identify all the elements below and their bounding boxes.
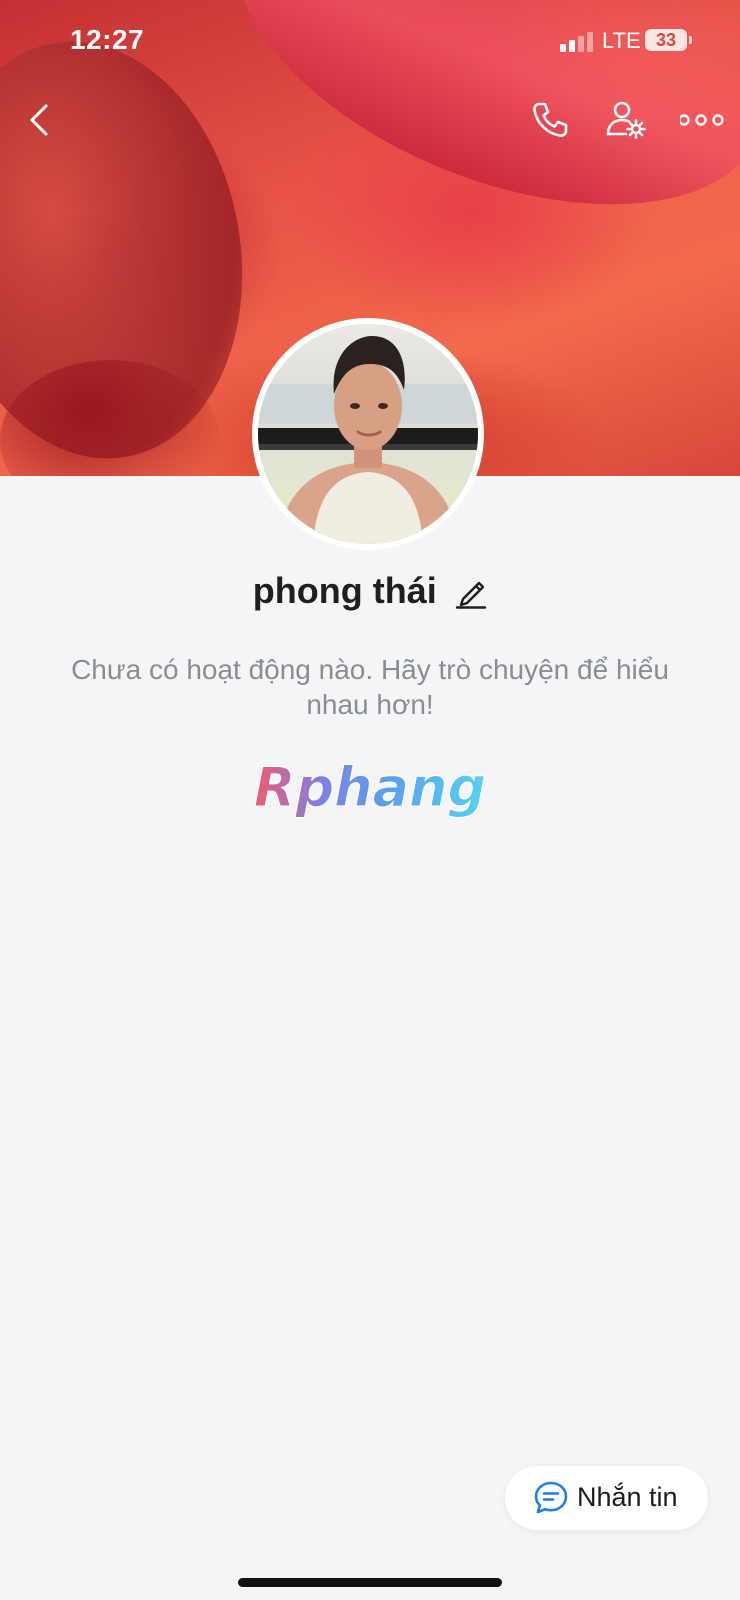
network-type: LTE (602, 28, 641, 53)
avatar-photo (258, 324, 478, 544)
more-icon (678, 114, 724, 126)
brand-logo: Rphang (220, 756, 520, 828)
message-button[interactable]: Nhắn tin (505, 1466, 708, 1530)
profile-settings-button[interactable] (604, 98, 648, 142)
profile-name-row: phong thái (0, 570, 740, 626)
activity-empty-text: Chưa có hoạt động nào. Hãy trò chuyện để… (71, 654, 669, 720)
home-indicator[interactable] (238, 1578, 502, 1587)
chat-bubble-icon (534, 1481, 568, 1514)
battery-level: 33 (655, 30, 677, 50)
signal-icon (560, 32, 593, 52)
status-time: 12:27 (70, 24, 145, 55)
back-button[interactable] (20, 98, 64, 142)
more-button[interactable] (678, 98, 724, 142)
pencil-icon (456, 581, 487, 609)
avatar-illustration (258, 336, 478, 544)
svg-text:Rphang: Rphang (254, 756, 486, 819)
battery-icon: 33 (645, 29, 687, 51)
call-button[interactable] (528, 98, 572, 142)
avatar[interactable] (252, 318, 484, 550)
message-button-label: Nhắn tin (577, 1482, 678, 1512)
profile-name: phong thái (252, 570, 437, 611)
phone-icon (533, 102, 568, 137)
back-icon (30, 104, 48, 136)
edit-name-button[interactable] (455, 573, 487, 609)
battery-nub (689, 36, 692, 44)
watermark-logo: Rphang (253, 756, 486, 820)
status-bar: 12:27 LTE 33 (0, 0, 740, 80)
user-settings-icon (606, 101, 646, 139)
